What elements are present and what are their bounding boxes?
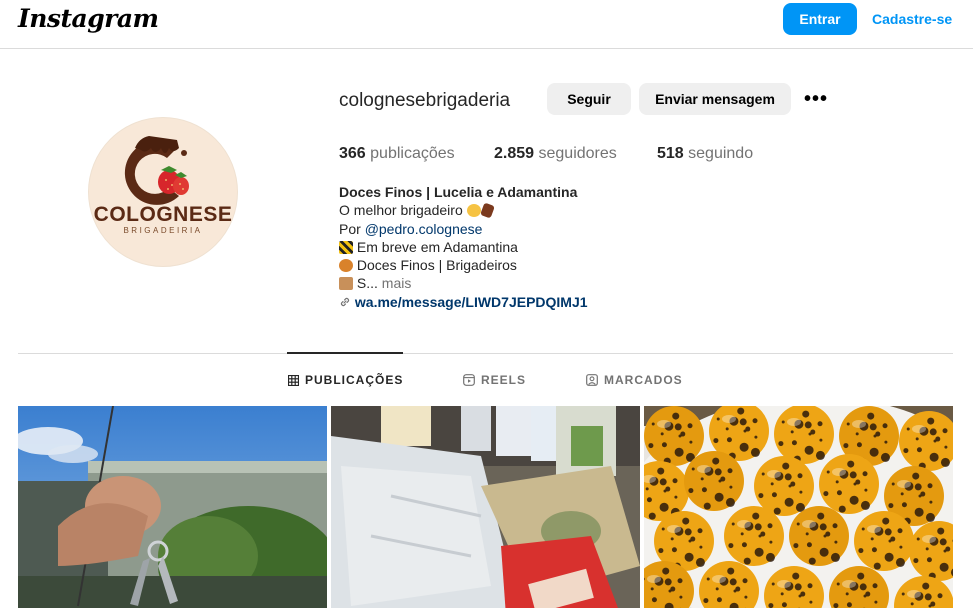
- followers-label: seguidores: [538, 145, 617, 162]
- construction-emoji-icon: [339, 240, 353, 254]
- signup-link[interactable]: Cadastre-se: [872, 11, 952, 27]
- bio-more-button[interactable]: mais: [382, 275, 412, 291]
- bio-line-4: Doces Finos | Brigadeiros: [339, 256, 699, 274]
- bio-line-3: Em breve em Adamantina: [339, 238, 699, 256]
- send-message-button[interactable]: Enviar mensagem: [639, 83, 791, 115]
- post-thumbnail[interactable]: [644, 406, 953, 608]
- following-count: 518: [657, 145, 684, 162]
- profile-bio: Doces Finos | Lucelia e Adamantina O mel…: [339, 183, 699, 311]
- post-thumbnail[interactable]: [331, 406, 640, 608]
- tab-tagged-label: MARCADOS: [604, 373, 683, 387]
- bio-link-row: wa.me/message/LIWD7JEPDQIMJ1: [339, 293, 699, 311]
- bio-line-1: O melhor brigadeiro: [339, 201, 699, 219]
- post-image-chocolates: [644, 406, 953, 608]
- avatar-sub-text: BRIGADEIRIA: [123, 226, 203, 235]
- bio-line-5-text: S...: [356, 275, 378, 292]
- cookie-emoji-icon: [339, 259, 353, 273]
- package-emoji-icon: [339, 277, 353, 291]
- posts-label: publicações: [370, 145, 455, 162]
- grid-icon: [288, 374, 299, 386]
- tagged-icon: [586, 374, 598, 386]
- post-image-keys: [18, 406, 327, 608]
- avatar-logo-graphic: [124, 136, 189, 205]
- link-icon: [340, 297, 350, 306]
- tab-posts[interactable]: PUBLICAÇÕES: [288, 373, 403, 387]
- login-button[interactable]: Entrar: [783, 3, 857, 35]
- bonbon-graphic: [754, 456, 814, 516]
- bonbon-graphic: [774, 406, 834, 464]
- tabs-divider: [18, 353, 953, 354]
- reels-icon: [463, 374, 475, 386]
- tab-reels-label: REELS: [481, 373, 527, 387]
- post-image-ingredients: [331, 406, 640, 608]
- bonbon-graphic: [644, 406, 704, 466]
- tab-posts-label: PUBLICAÇÕES: [305, 373, 404, 387]
- bio-by-prefix: Por: [339, 220, 365, 237]
- more-options-icon[interactable]: •••: [804, 89, 828, 109]
- bio-line-3-text: Em breve em Adamantina: [356, 238, 518, 255]
- bio-line-1-text: O melhor brigadeiro: [339, 202, 463, 219]
- bio-name: Doces Finos | Lucelia e Adamantina: [339, 184, 578, 200]
- bonbon-graphic: [684, 451, 744, 511]
- profile-avatar[interactable]: COLOGNESE BRIGADEIRIA: [88, 117, 238, 267]
- posts-count: 366: [339, 145, 366, 162]
- bio-mention-link[interactable]: @pedro.colognese: [365, 221, 483, 237]
- post-thumbnail[interactable]: [18, 406, 327, 608]
- instagram-logo[interactable]: Instagram: [18, 4, 159, 33]
- posts-stat: 366 publicações: [339, 145, 455, 163]
- active-tab-indicator: [287, 352, 403, 354]
- avatar-brand-text: COLOGNESE: [93, 203, 233, 226]
- tab-reels[interactable]: REELS: [463, 373, 526, 387]
- followers-count: 2.859: [494, 145, 535, 162]
- bonbon-graphic: [819, 454, 879, 514]
- top-bar: Instagram Entrar Cadastre-se: [0, 0, 973, 49]
- tab-tagged[interactable]: MARCADOS: [586, 373, 683, 387]
- following-stat: 518 seguindo: [657, 145, 753, 163]
- bonbon-graphic: [724, 506, 784, 566]
- bio-line-5: S... mais: [339, 274, 699, 292]
- bonbon-graphic: [854, 511, 914, 571]
- profile-username: colognesebrigaderia: [339, 90, 511, 111]
- following-label: seguindo: [688, 145, 754, 162]
- bio-line-4-text: Doces Finos | Brigadeiros: [356, 257, 517, 274]
- chocolate-emoji-icon: [479, 202, 495, 219]
- bio-line-2: Por @pedro.colognese: [339, 220, 699, 238]
- followers-stat: 2.859 seguidores: [494, 145, 617, 163]
- bio-external-link[interactable]: wa.me/message/LIWD7JEPDQIMJ1: [355, 294, 588, 310]
- bonbon-graphic: [789, 506, 849, 566]
- star-eyes-emoji-icon: [466, 204, 481, 218]
- follow-button[interactable]: Seguir: [547, 83, 631, 115]
